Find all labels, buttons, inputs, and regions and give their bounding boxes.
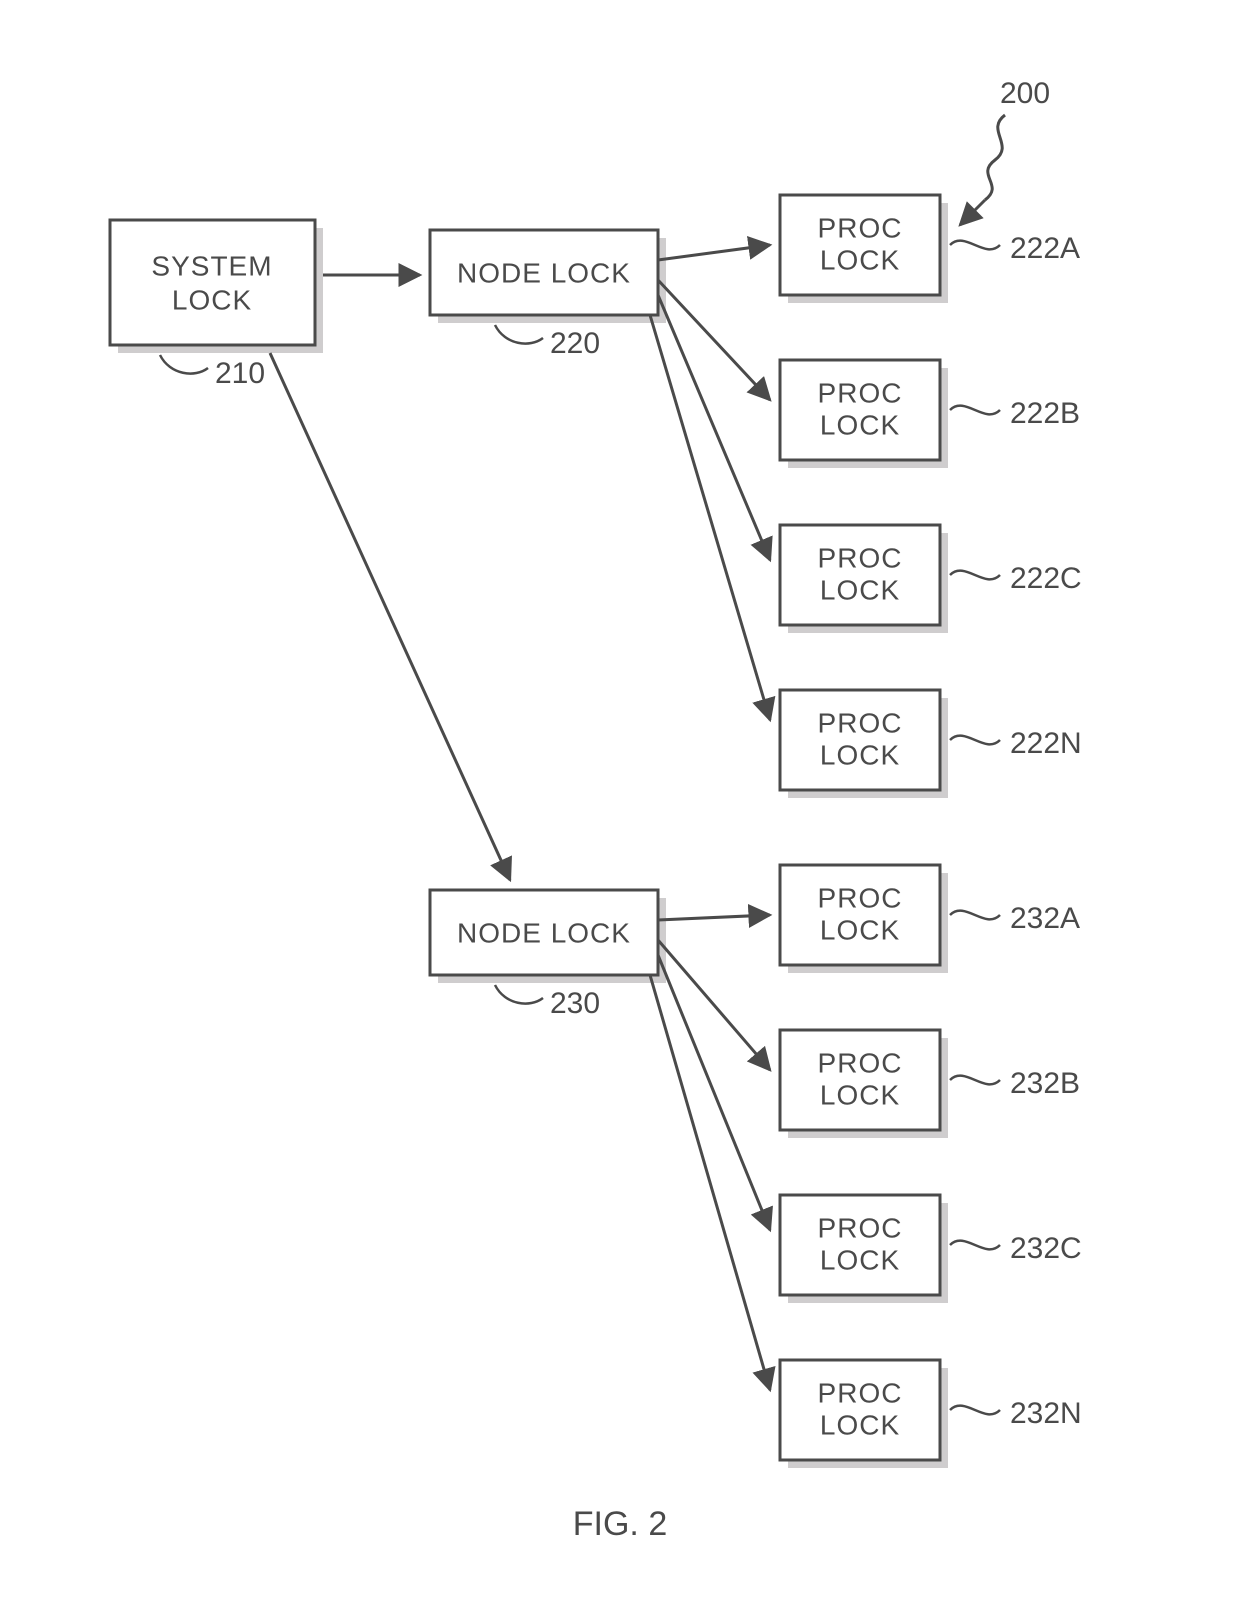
arrow-nodebot-232A	[658, 915, 770, 920]
proc-lock-222N: PROC LOCK 222N	[780, 690, 1082, 798]
proc-lock-232B: PROC LOCK 232B	[780, 1030, 1080, 1138]
proc-lock-232C: PROC LOCK 232C	[780, 1195, 1082, 1303]
svg-text:232N: 232N	[1010, 1397, 1082, 1430]
svg-text:LOCK: LOCK	[820, 739, 900, 770]
svg-text:LOCK: LOCK	[820, 244, 900, 275]
svg-text:LOCK: LOCK	[820, 1079, 900, 1110]
svg-text:232A: 232A	[1010, 902, 1080, 935]
svg-text:LOCK: LOCK	[820, 1409, 900, 1440]
svg-text:LOCK: LOCK	[820, 1244, 900, 1275]
proc-lock-222C: PROC LOCK 222C	[780, 525, 1082, 633]
node-lock-top-box: NODE LOCK 220	[430, 230, 666, 360]
node-lock-bottom-ref: 230	[550, 987, 600, 1020]
svg-text:232C: 232C	[1010, 1232, 1082, 1265]
system-lock-l1: SYSTEM	[151, 250, 272, 281]
arrow-nodetop-222A	[658, 245, 770, 260]
diagram-canvas: 200 SYSTEM LOCK 210 NODE LOCK 220 NODE L…	[0, 0, 1240, 1620]
arrow-nodebot-232C	[658, 955, 770, 1230]
node-lock-bottom-box: NODE LOCK 230	[430, 890, 666, 1020]
svg-text:222C: 222C	[1010, 562, 1082, 595]
node-lock-top-label: NODE LOCK	[457, 257, 631, 288]
svg-text:222A: 222A	[1010, 232, 1080, 265]
proc-lock-232N: PROC LOCK 232N	[780, 1360, 1082, 1468]
svg-text:PROC: PROC	[818, 882, 903, 913]
svg-text:PROC: PROC	[818, 542, 903, 573]
proc-lock-222A: PROC LOCK 222A	[780, 195, 1080, 303]
arrow-nodetop-222C	[658, 295, 770, 560]
svg-text:PROC: PROC	[818, 1212, 903, 1243]
system-lock-ref: 210	[215, 357, 265, 390]
svg-text:222N: 222N	[1010, 727, 1082, 760]
arrow-sys-to-node-bottom	[270, 353, 510, 880]
figure-caption: FIG. 2	[573, 1505, 667, 1543]
proc-lock-232A: PROC LOCK 232A	[780, 865, 1080, 973]
svg-text:PROC: PROC	[818, 212, 903, 243]
overall-ref-label: 200	[1000, 77, 1050, 110]
arrow-nodebot-232B	[658, 940, 770, 1070]
svg-text:222B: 222B	[1010, 397, 1080, 430]
overall-ref: 200	[960, 77, 1050, 225]
svg-text:PROC: PROC	[818, 1047, 903, 1078]
svg-text:LOCK: LOCK	[820, 914, 900, 945]
svg-text:PROC: PROC	[818, 1377, 903, 1408]
svg-text:LOCK: LOCK	[820, 409, 900, 440]
node-lock-top-ref: 220	[550, 327, 600, 360]
svg-text:PROC: PROC	[818, 707, 903, 738]
arrow-nodetop-222B	[658, 280, 770, 400]
proc-lock-222B: PROC LOCK 222B	[780, 360, 1080, 468]
system-lock-l2: LOCK	[172, 284, 252, 315]
node-lock-bottom-label: NODE LOCK	[457, 917, 631, 948]
svg-text:LOCK: LOCK	[820, 574, 900, 605]
system-lock-box: SYSTEM LOCK 210	[110, 220, 323, 390]
svg-text:PROC: PROC	[818, 377, 903, 408]
svg-text:232B: 232B	[1010, 1067, 1080, 1100]
